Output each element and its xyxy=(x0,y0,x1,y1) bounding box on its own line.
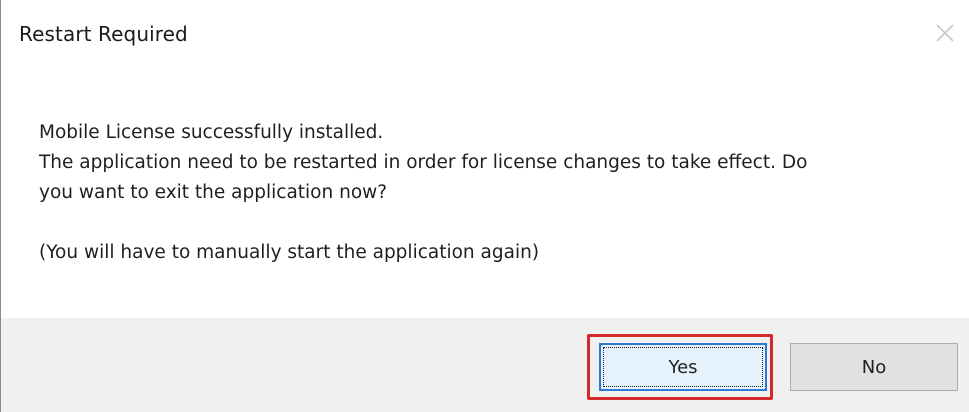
restart-required-dialog: Restart Required Mobile License successf… xyxy=(0,0,969,412)
no-button[interactable]: No xyxy=(790,343,958,391)
dialog-title: Restart Required xyxy=(19,22,188,46)
title-bar: Restart Required xyxy=(1,0,969,64)
message-line-1: Mobile License successfully installed. xyxy=(39,122,384,143)
message-line-2: The application need to be restarted in … xyxy=(39,152,808,173)
close-icon[interactable] xyxy=(929,17,961,49)
yes-button[interactable]: Yes xyxy=(599,343,767,391)
close-icon-svg xyxy=(936,24,954,42)
message-line-3: you want to exit the application now? xyxy=(39,182,388,203)
dialog-message: Mobile License successfully installed. T… xyxy=(39,118,919,268)
message-line-4: (You will have to manually start the app… xyxy=(39,242,540,263)
